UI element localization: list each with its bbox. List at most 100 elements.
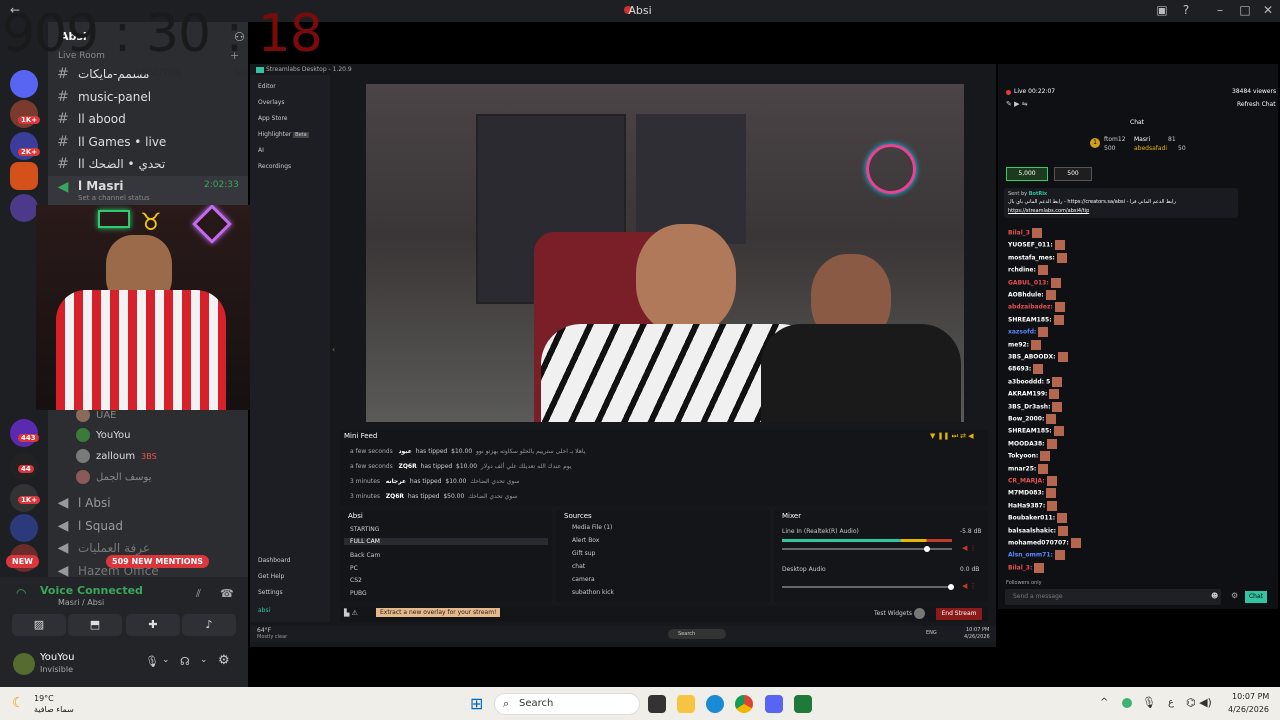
chat-username[interactable]: rchdine:: [1008, 267, 1036, 274]
scene-item-selected[interactable]: FULL CAM: [344, 538, 548, 545]
minimize-icon[interactable]: –: [1210, 3, 1230, 17]
taskbar-search[interactable]: ⌕ Search: [494, 693, 640, 715]
sub-goal-badge[interactable]: 500: [1054, 167, 1092, 181]
source-item[interactable]: subathon kick: [572, 589, 614, 596]
chat-message[interactable]: 3BS_Dr3ash:: [1008, 401, 1063, 412]
tip-link[interactable]: https://streamlabs.com/absi4/tip: [1008, 208, 1089, 214]
chat-username[interactable]: SHREAM185:: [1008, 316, 1052, 323]
chat-message[interactable]: Bilal_3: [1008, 228, 1042, 238]
headphones-icon[interactable]: ☊: [180, 655, 190, 668]
server-icon[interactable]: [10, 514, 38, 542]
chevron-up-icon[interactable]: ^: [1100, 697, 1108, 708]
test-widgets-button[interactable]: Test Widgets: [874, 610, 912, 617]
chat-message[interactable]: SHREAM185:: [1008, 426, 1064, 437]
chat-username[interactable]: mnar25:: [1008, 465, 1036, 472]
chat-username[interactable]: mostafa_mes:: [1008, 254, 1055, 261]
overlay-hint-button[interactable]: Extract a new overlay for your stream!: [376, 608, 501, 617]
activities-button[interactable]: ✚: [126, 614, 180, 636]
voice-channel-active[interactable]: ◀ l Masri 2:02:33 Set a channel status: [48, 176, 248, 206]
chat-message[interactable]: a3booddd: 5: [1008, 376, 1063, 387]
maximize-icon[interactable]: □: [1235, 3, 1255, 17]
chat-username[interactable]: 68693:: [1008, 366, 1031, 373]
nav-app-store[interactable]: App Store: [258, 115, 288, 122]
chrome-icon[interactable]: [735, 695, 753, 713]
chat-message[interactable]: MOODA38:: [1008, 438, 1057, 449]
camera-off-button[interactable]: ▨: [12, 614, 66, 636]
source-item[interactable]: Gift sup: [572, 550, 595, 557]
chat-username[interactable]: YUOSEF_011:: [1008, 242, 1053, 249]
chat-message[interactable]: CR_MARJA:: [1008, 476, 1057, 486]
voice-channel[interactable]: ◀ l Squad: [48, 515, 248, 537]
language-indicator[interactable]: ع: [1168, 697, 1174, 708]
chat-message[interactable]: Alsn_omm71:: [1008, 550, 1065, 561]
chat-message[interactable]: Boubaker011:: [1008, 513, 1068, 524]
chat-message[interactable]: YUOSEF_011:: [1008, 240, 1065, 251]
chat-message[interactable]: Tokyoon:: [1008, 451, 1051, 462]
chat-message[interactable]: AKRAM199:: [1008, 389, 1060, 400]
new-badge[interactable]: NEW: [6, 555, 39, 568]
volume-slider-thumb[interactable]: [948, 584, 954, 590]
voice-user[interactable]: UAE: [76, 408, 116, 422]
settings-gear-icon[interactable]: ⚙: [1231, 591, 1238, 600]
source-item[interactable]: camera: [572, 576, 595, 583]
chat-username[interactable]: AOBhdule:: [1008, 292, 1044, 299]
chat-username[interactable]: 3BS_ABOODX:: [1008, 354, 1056, 361]
chat-message[interactable]: xazsofd:: [1008, 327, 1049, 338]
chat-username[interactable]: Bilal_3: [1008, 230, 1030, 237]
mentions-badge[interactable]: 509 NEW MENTIONS: [106, 555, 210, 568]
voice-connected-label[interactable]: Voice Connected: [40, 584, 143, 597]
voice-channel-path[interactable]: Masri / Absi: [58, 598, 104, 607]
channel-item[interactable]: # music-panel: [48, 86, 248, 108]
source-item[interactable]: Media File (1): [572, 524, 612, 531]
channel-item[interactable]: # ll abood: [48, 108, 248, 130]
scene-item[interactable]: Back Cam: [350, 552, 380, 559]
chat-username[interactable]: SHREAM185:: [1008, 428, 1052, 435]
weather-desc[interactable]: سماء صافية: [34, 705, 74, 714]
refresh-chat-button[interactable]: Refresh Chat: [1237, 101, 1276, 108]
chat-username[interactable]: me92:: [1008, 341, 1029, 348]
chat-username[interactable]: Tokyoon:: [1008, 453, 1038, 460]
chat-message[interactable]: GABUL_013:: [1008, 277, 1061, 288]
chat-username[interactable]: Bow_2000:: [1008, 416, 1044, 423]
chat-message[interactable]: 3BS_ABOODX:: [1008, 352, 1068, 362]
settings-gear-icon[interactable]: ⚙: [218, 653, 230, 668]
speaker-icon[interactable]: ◀ ⋮: [962, 582, 977, 590]
nav-get-help[interactable]: Get Help: [258, 573, 284, 580]
chat-message[interactable]: AOBhdule:: [1008, 290, 1056, 300]
username[interactable]: YouYou: [40, 652, 74, 663]
server-icon[interactable]: [10, 194, 38, 222]
sub-goal-badge[interactable]: 5,000: [1006, 167, 1048, 181]
scene-item[interactable]: STARTING: [350, 526, 379, 533]
channel-item[interactable]: # ll تحدي • الضحك: [48, 153, 248, 175]
weather-temp[interactable]: 19°C: [34, 694, 54, 703]
chat-message[interactable]: balsaalshakic:: [1008, 525, 1069, 536]
chat-message[interactable]: Bow_2000:: [1008, 414, 1057, 424]
chat-message[interactable]: M7MD083:: [1008, 488, 1057, 499]
clock-time[interactable]: 10:07 PM: [1232, 692, 1269, 701]
discord-icon[interactable]: [765, 695, 783, 713]
help-icon[interactable]: ?: [1176, 3, 1196, 17]
chat-username[interactable]: mohamed070707:: [1008, 540, 1069, 547]
avatar[interactable]: [13, 653, 35, 675]
channel-status[interactable]: Set a channel status: [78, 194, 150, 202]
noise-suppression-icon[interactable]: ⫽: [196, 587, 201, 601]
scene-item[interactable]: PC: [350, 565, 358, 572]
end-stream-button[interactable]: End Stream: [936, 608, 982, 620]
tray-app-icon[interactable]: [1122, 698, 1132, 708]
chat-message[interactable]: me92:: [1008, 339, 1042, 350]
chat-username[interactable]: xazsofd:: [1008, 329, 1036, 336]
chat-message[interactable]: 68693:: [1008, 364, 1044, 375]
channel-item[interactable]: # ll Games • live: [48, 131, 248, 153]
windows-start-icon[interactable]: ⊞: [470, 694, 483, 713]
chat-message[interactable]: rchdine:: [1008, 265, 1048, 276]
chat-username[interactable]: Bilal_3:: [1008, 564, 1032, 571]
signal-icon[interactable]: ◠: [16, 586, 26, 600]
stats-icon[interactable]: ▙ ⚠: [344, 609, 358, 617]
nav-editor[interactable]: Editor: [258, 83, 276, 90]
edge-browser-icon[interactable]: [706, 695, 724, 713]
avatar[interactable]: [914, 608, 925, 619]
nav-ai[interactable]: AI: [258, 147, 264, 154]
source-item[interactable]: chat: [572, 563, 585, 570]
nav-highlighter[interactable]: Highlighter Beta: [258, 131, 309, 138]
nav-profile[interactable]: absi: [258, 607, 270, 614]
